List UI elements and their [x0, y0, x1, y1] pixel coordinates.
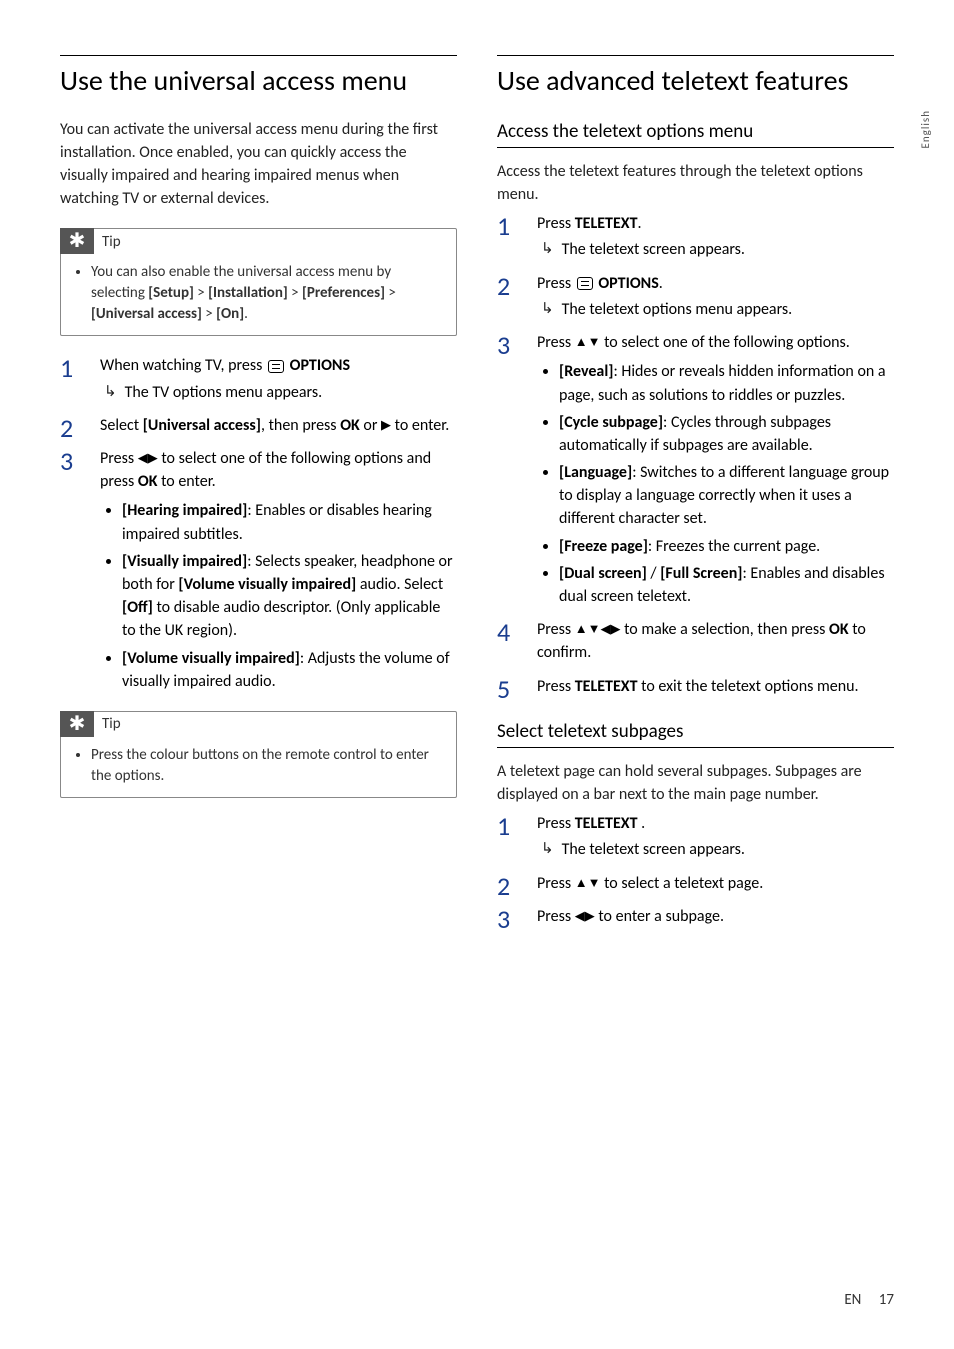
- tip-text: Press the colour buttons on the remote c…: [91, 745, 442, 787]
- page-body: Use the universal access menu You can ac…: [60, 55, 894, 938]
- bullet-freeze: [Freeze page]: Freezes the current page.: [559, 535, 894, 558]
- subheading-subpages: Select teletext subpages: [497, 720, 894, 748]
- bullet-cycle: [Cycle subpage]: Cycles through subpages…: [559, 411, 894, 457]
- bullet-volume: [Volume visually impaired]: Adjusts the …: [122, 647, 457, 693]
- page-footer: EN 17: [844, 1291, 894, 1309]
- left-right-arrows-icon: ◀▶: [138, 451, 158, 466]
- tip-label: Tip: [102, 715, 121, 733]
- left-steps: 1 When watching TV, press OPTIONS ↳The T…: [60, 354, 457, 693]
- sec2-steps: 1 Press TELETEXT . ↳The teletext screen …: [497, 812, 894, 928]
- up-down-arrows-icon: ▲▼: [575, 875, 601, 890]
- step-1: 1 When watching TV, press OPTIONS ↳The T…: [60, 354, 457, 404]
- right-heading: Use advanced teletext features: [497, 55, 894, 98]
- bullet-hearing: [Hearing impaired]: Enables or disables …: [122, 499, 457, 545]
- sec1-steps: 1 Press TELETEXT. ↳The teletext screen a…: [497, 212, 894, 698]
- result-arrow-icon: ↳: [541, 239, 554, 260]
- up-down-arrows-icon: ▲▼: [575, 335, 601, 350]
- left-heading: Use the universal access menu: [60, 55, 457, 98]
- result-arrow-icon: ↳: [104, 382, 117, 403]
- bullet-reveal: [Reveal]: Hides or reveals hidden inform…: [559, 360, 894, 406]
- left-column: Use the universal access menu You can ac…: [60, 55, 457, 938]
- step-4: 4 Press ▲▼◀▶ to make a selection, then p…: [497, 618, 894, 664]
- tip-box-2: ✱ Tip Press the colour buttons on the re…: [60, 711, 457, 798]
- tip-box-1: ✱ Tip You can also enable the universal …: [60, 228, 457, 336]
- footer-page-number: 17: [879, 1291, 894, 1309]
- result-arrow-icon: ↳: [541, 299, 554, 320]
- bullet-dual: [Dual screen] / [Full Screen]: Enables a…: [559, 562, 894, 608]
- step-2: 2 Press OPTIONS. ↳The teletext options m…: [497, 272, 894, 322]
- left-intro: You can activate the universal access me…: [60, 118, 457, 211]
- sec1-intro: Access the teletext features through the…: [497, 160, 894, 206]
- subheading-access: Access the teletext options menu: [497, 120, 894, 148]
- tip-icon: ✱: [60, 228, 94, 254]
- bullet-visually: [Visually impaired]: Selects speaker, he…: [122, 550, 457, 643]
- tip-label: Tip: [102, 233, 121, 251]
- right-column: Use advanced teletext features Access th…: [497, 55, 894, 938]
- sec2-intro: A teletext page can hold several subpage…: [497, 760, 894, 806]
- step-3: 3 Press ▲▼ to select one of the followin…: [497, 331, 894, 608]
- step-1: 1 Press TELETEXT. ↳The teletext screen a…: [497, 212, 894, 262]
- step-2: 2 Select [Universal access], then press …: [60, 414, 457, 437]
- options-icon: [268, 360, 284, 373]
- nav-arrows-icon: ▲▼◀▶: [575, 622, 621, 637]
- step-3: 3 Press ◀▶ to select one of the followin…: [60, 447, 457, 693]
- tip-icon: ✱: [60, 711, 94, 737]
- right-arrow-icon: ▶: [381, 418, 391, 433]
- step-5: 5 Press TELETEXT to exit the teletext op…: [497, 675, 894, 698]
- step-3: 3 Press ◀▶ to enter a subpage.: [497, 905, 894, 928]
- language-tab: English: [919, 110, 932, 148]
- step-1: 1 Press TELETEXT . ↳The teletext screen …: [497, 812, 894, 862]
- bullet-language: [Language]: Switches to a different lang…: [559, 461, 894, 531]
- options-icon: [577, 277, 593, 290]
- left-right-arrows-icon: ◀▶: [575, 909, 595, 924]
- footer-lang: EN: [844, 1291, 861, 1309]
- step-2: 2 Press ▲▼ to select a teletext page.: [497, 872, 894, 895]
- result-arrow-icon: ↳: [541, 839, 554, 860]
- tip-text: You can also enable the universal access…: [91, 262, 442, 325]
